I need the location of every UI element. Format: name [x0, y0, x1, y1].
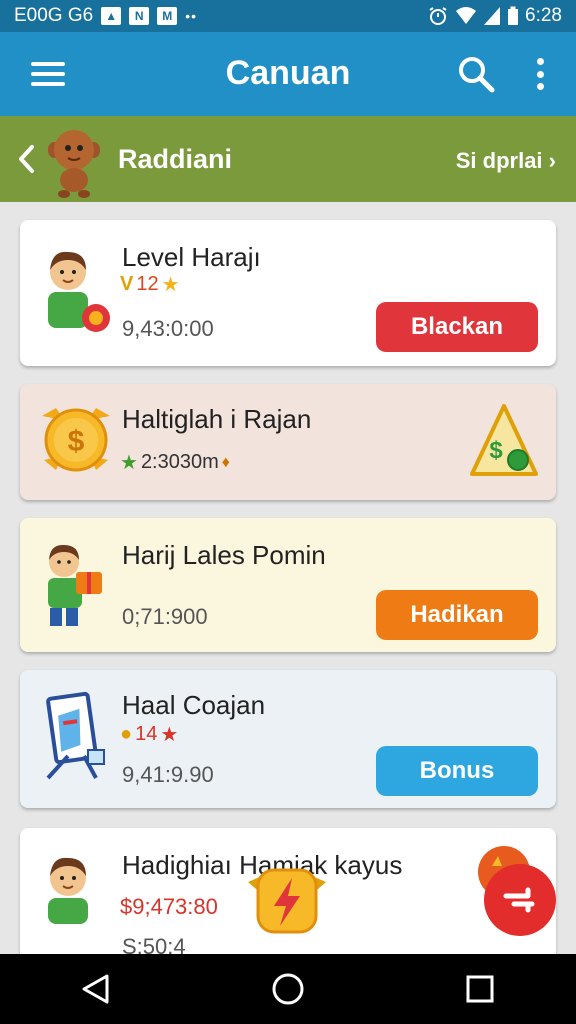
- n-notification-icon: N: [129, 7, 150, 25]
- wifi-icon: [456, 7, 477, 24]
- m-notification-icon: M: [157, 7, 178, 25]
- card-coajan[interactable]: Haal Coajan ● 14 ★ 9,41:9.90 Bonus: [20, 670, 556, 808]
- card-rajan[interactable]: $ Haltiglah i Rajan ★ 2:3030m ♦ $: [20, 384, 556, 500]
- flame-icon: ♦: [221, 453, 230, 471]
- money-pyramid-icon: $: [470, 404, 538, 476]
- leaf-star-icon: ★: [120, 452, 138, 474]
- sub-header-link-label: Si dprlai: [455, 148, 543, 173]
- card-meta: ● 14 ★: [120, 722, 178, 747]
- card-meta-text: 12: [136, 273, 159, 295]
- sub-header-title: Raddiani: [118, 144, 233, 174]
- lightning-boost-icon[interactable]: [244, 862, 330, 940]
- home-circle-icon[interactable]: [258, 959, 318, 1019]
- card-amount: 9,43:0:00: [122, 316, 214, 341]
- card-title: Haltiglah i Rajan: [122, 404, 312, 434]
- status-bar: E00G G6 ▲ N M •• 6:28: [0, 0, 576, 32]
- status-time: 6:28: [525, 5, 562, 26]
- star-icon: ★: [160, 724, 179, 746]
- card-button[interactable]: Bonus: [376, 746, 538, 796]
- star-icon: ★: [161, 274, 180, 296]
- svg-text:$: $: [489, 437, 503, 464]
- boy-avatar-icon: [48, 251, 110, 332]
- card-list: Level Harajı V 12 ★ 9,43:0:00 Blackan $ …: [0, 202, 576, 954]
- card-title: Level Harajı: [122, 242, 261, 272]
- shield-icon: V: [120, 273, 134, 295]
- status-right: 6:28: [427, 5, 562, 27]
- more-notifications-icon: ••: [185, 8, 198, 24]
- card-meta: ★ 2:3030m ♦: [120, 450, 230, 475]
- card-amount: 9,41:9.90: [122, 762, 214, 787]
- card-amount: S:50:4: [122, 934, 186, 954]
- chevron-left-icon[interactable]: [14, 142, 40, 176]
- status-left-text: E00G G6: [14, 5, 94, 26]
- system-nav-bar: [0, 954, 576, 1024]
- photo-icon: ▲: [101, 7, 122, 25]
- mascot-icon: [48, 130, 100, 198]
- card-button[interactable]: Blackan: [376, 302, 538, 352]
- coin-small-icon: ●: [120, 723, 133, 745]
- battery-icon: [508, 6, 519, 25]
- menu-icon[interactable]: [28, 56, 68, 92]
- alarm-icon: [429, 7, 447, 25]
- easel-icon: [46, 691, 105, 780]
- recents-square-icon[interactable]: [450, 959, 510, 1019]
- coin-icon: $: [42, 408, 110, 472]
- floating-action-icon[interactable]: [474, 844, 558, 938]
- card-meta: V 12 ★: [120, 272, 180, 297]
- card-meta: $9;473:80: [120, 894, 218, 920]
- svg-text:$: $: [68, 425, 85, 458]
- card-title: Haal Coajan: [122, 690, 266, 720]
- search-icon[interactable]: [456, 54, 496, 94]
- app-bar: Canuan: [0, 32, 576, 116]
- card-amount: 0;71:900: [122, 604, 208, 629]
- chevron-right-icon: ›: [548, 148, 556, 173]
- back-triangle-icon[interactable]: [66, 959, 126, 1019]
- status-left: E00G G6 ▲ N M ••: [14, 5, 197, 27]
- card-meta-text: 14: [135, 723, 158, 745]
- sub-header-link[interactable]: Si dprlai ›: [456, 148, 556, 174]
- card-meta-text: $9;473:80: [120, 894, 218, 919]
- more-vert-icon[interactable]: [528, 54, 552, 94]
- card-pomin[interactable]: Harij Lales Pomin 0;71:900 Hadikan: [20, 518, 556, 652]
- boy-avatar-icon: [48, 857, 88, 924]
- signal-icon: [484, 7, 501, 25]
- card-title: Harij Lales Pomin: [122, 540, 326, 570]
- sub-header: Raddiani Si dprlai ›: [0, 116, 576, 202]
- card-button[interactable]: Hadikan: [376, 590, 538, 640]
- boy-gift-icon: [48, 544, 102, 626]
- card-level[interactable]: Level Harajı V 12 ★ 9,43:0:00 Blackan: [20, 220, 556, 366]
- card-meta-text: 2:3030m: [140, 451, 219, 473]
